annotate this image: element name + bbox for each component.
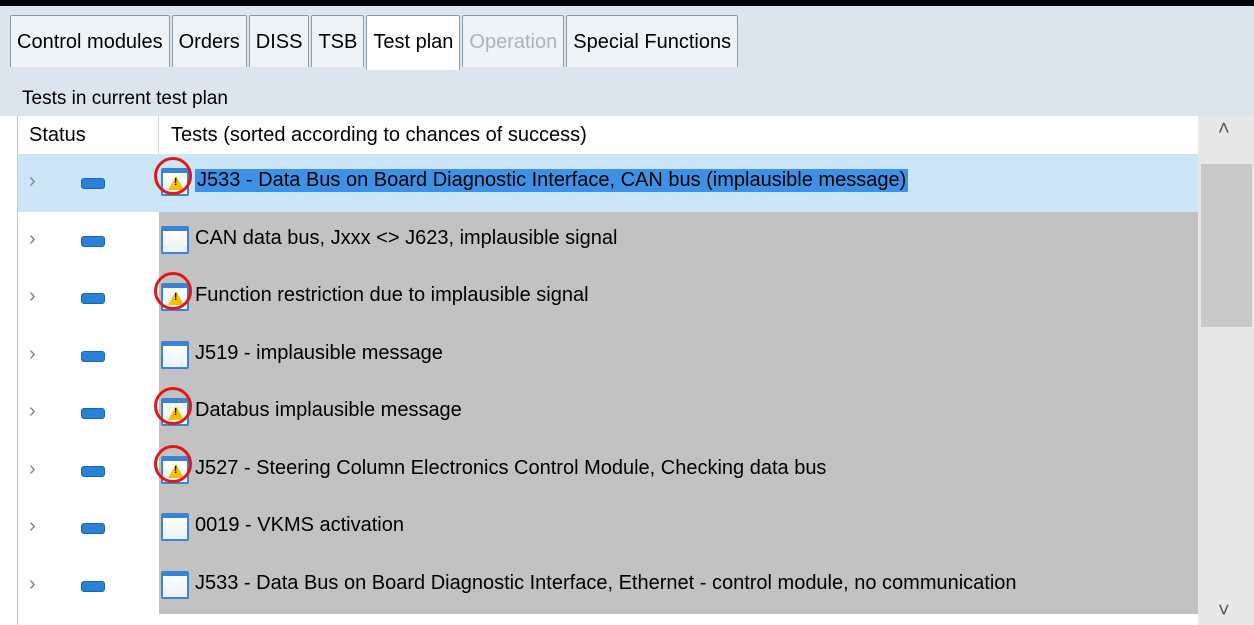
- annotation-circle: [154, 272, 192, 310]
- tab-list: Control modules Orders DISS TSB Test pla…: [10, 15, 740, 70]
- section-header: Tests in current test plan: [0, 84, 1254, 116]
- annotation-circle: [154, 157, 192, 195]
- status-indicator-icon: [81, 178, 105, 189]
- chevron-up-icon[interactable]: ˄: [1218, 118, 1230, 141]
- status-indicator-icon: [81, 523, 105, 534]
- tab-special-functions[interactable]: Special Functions: [566, 15, 739, 67]
- test-row[interactable]: › CAN data bus, Jxxx <> J623, implausible…: [18, 211, 1198, 269]
- tab-strip: Control modules Orders DISS TSB Test pla…: [0, 6, 1254, 84]
- tab-tsb[interactable]: TSB: [311, 15, 365, 67]
- test-cell: 0019 - VKMS activation: [159, 499, 1198, 557]
- tab-control-modules[interactable]: Control modules: [10, 15, 170, 67]
- test-name: J533 - Data Bus on Board Diagnostic Inte…: [195, 571, 1017, 594]
- chevron-right-icon[interactable]: ›: [29, 458, 36, 481]
- column-divider[interactable]: [158, 116, 159, 154]
- test-name: 0019 - VKMS activation: [195, 514, 404, 536]
- test-cell: J527 - Steering Column Electronics Contr…: [154, 441, 1198, 499]
- vertical-scrollbar[interactable]: ˄ ˅: [1198, 116, 1254, 625]
- test-cell: CAN data bus, Jxxx <> J623, implausible …: [159, 211, 1198, 269]
- test-row[interactable]: › Function restriction due to implausible…: [18, 269, 1198, 327]
- test-name: CAN data bus, Jxxx <> J623, implausible …: [195, 226, 618, 249]
- status-indicator-icon: [81, 580, 105, 592]
- status-indicator-icon: [81, 293, 105, 304]
- test-cell: J519 - implausible message: [159, 326, 1198, 384]
- test-row[interactable]: › 0019 - VKMS activation: [18, 499, 1198, 557]
- document-icon: [161, 225, 189, 254]
- test-name: Function restriction due to implausible …: [195, 284, 589, 306]
- status-indicator-icon: [81, 465, 105, 477]
- status-indicator-icon: [81, 350, 105, 362]
- test-name: J527 - Steering Column Electronics Contr…: [195, 456, 827, 479]
- test-row[interactable]: › Databus implausible message: [18, 384, 1198, 442]
- column-header-tests[interactable]: Tests (sorted according to chances of su…: [171, 124, 587, 147]
- tab-operation: Operation: [462, 15, 565, 67]
- test-list: › J533 - Data Bus on Board Diagnostic Int…: [18, 154, 1198, 614]
- status-cell: ›: [18, 211, 159, 269]
- test-name: Databus implausible message: [195, 399, 462, 421]
- status-indicator-icon: [81, 235, 105, 247]
- status-cell: ›: [18, 326, 159, 384]
- status-cell: ›: [18, 384, 159, 442]
- status-cell: ›: [18, 556, 159, 614]
- test-cell: Databus implausible message: [154, 384, 1198, 442]
- chevron-right-icon[interactable]: ›: [29, 573, 36, 596]
- test-cell: J533 - Data Bus on Board Diagnostic Inte…: [154, 154, 1198, 212]
- scrollbar-thumb[interactable]: [1201, 164, 1252, 327]
- test-row[interactable]: › J533 - Data Bus on Board Diagnostic Int…: [18, 154, 1198, 212]
- test-name: J533 - Data Bus on Board Diagnostic Inte…: [195, 169, 909, 192]
- document-icon: [161, 570, 189, 599]
- section-title: Tests in current test plan: [22, 88, 228, 109]
- chevron-right-icon[interactable]: ›: [29, 343, 36, 366]
- test-name: J519 - implausible message: [195, 341, 443, 364]
- tab-test-plan[interactable]: Test plan: [366, 15, 461, 70]
- test-cell: J533 - Data Bus on Board Diagnostic Inte…: [159, 556, 1198, 614]
- test-cell: Function restriction due to implausible …: [154, 269, 1198, 327]
- test-row[interactable]: › J527 - Steering Column Electronics Cont…: [18, 441, 1198, 499]
- chevron-right-icon[interactable]: ›: [29, 228, 36, 251]
- tab-orders[interactable]: Orders: [171, 15, 247, 67]
- chevron-right-icon[interactable]: ›: [29, 515, 36, 538]
- chevron-right-icon[interactable]: ›: [29, 400, 36, 423]
- status-cell: ›: [18, 154, 159, 212]
- annotation-circle: [154, 444, 192, 483]
- test-plan-grid: Status Tests (sorted according to chance…: [17, 116, 1254, 625]
- status-indicator-icon: [81, 408, 105, 419]
- document-icon: [161, 340, 189, 369]
- column-header-status[interactable]: Status: [29, 124, 86, 147]
- annotation-circle: [154, 387, 192, 425]
- status-cell: ›: [18, 269, 159, 327]
- chevron-right-icon[interactable]: ›: [29, 170, 36, 193]
- chevron-right-icon[interactable]: ›: [29, 285, 36, 308]
- document-icon: [161, 513, 189, 541]
- tab-diss[interactable]: DISS: [248, 15, 310, 67]
- status-cell: ›: [18, 441, 159, 499]
- chevron-down-icon[interactable]: ˅: [1218, 600, 1230, 623]
- status-cell: ›: [18, 499, 159, 557]
- test-row[interactable]: › J519 - implausible message: [18, 326, 1198, 384]
- grid-header: Status Tests (sorted according to chance…: [18, 116, 1198, 155]
- test-row[interactable]: › J533 - Data Bus on Board Diagnostic Int…: [18, 556, 1198, 614]
